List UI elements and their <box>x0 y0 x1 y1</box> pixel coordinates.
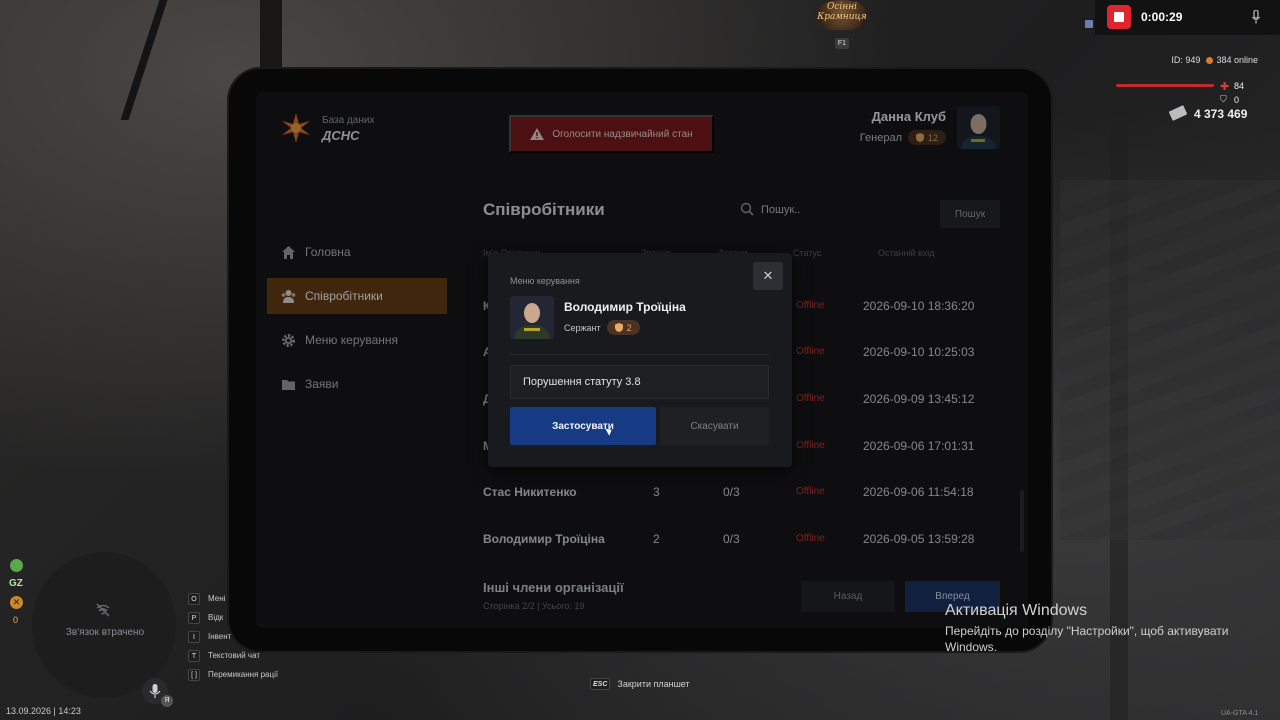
close-tablet-label: Закрити планшет <box>617 679 690 689</box>
stop-recording-button[interactable] <box>1107 5 1131 29</box>
background-floor <box>1060 180 1280 540</box>
no-signal-icon <box>96 603 110 617</box>
date-time: 13.09.2026 | 14:23 <box>6 706 81 716</box>
divider <box>510 354 769 355</box>
crossed-swords-icon: ✕ <box>10 596 23 609</box>
windows-activation-text: Перейдіть до розділу "Настройки", щоб ак… <box>945 624 1229 654</box>
keybind-label: Інвент <box>208 632 232 641</box>
keybind-label: Текстовий чат <box>208 651 261 660</box>
level-value: 2 <box>626 322 632 333</box>
health-value: 84 <box>1234 81 1245 91</box>
keybind-row: O Мені <box>188 589 278 608</box>
reason-field[interactable] <box>510 365 769 399</box>
key-cap: I <box>188 630 200 643</box>
key-cap: T <box>188 649 200 662</box>
employee-avatar <box>510 296 554 339</box>
minimap-signal-lost: Зв'язок втрачено <box>65 627 145 638</box>
modal-title: Меню керування <box>510 276 580 286</box>
event-shop-logo[interactable]: Осінні Крамниця <box>812 0 872 38</box>
microphone-icon[interactable] <box>1252 10 1260 24</box>
online-dot-icon <box>1206 57 1214 64</box>
employee-rank: Сержант <box>564 322 601 333</box>
mic-key-hint: Я <box>161 695 173 707</box>
keybind-row: T Текстовий чат <box>188 646 278 665</box>
online-count: 384 online <box>1216 55 1258 65</box>
esc-key-cap: ESC <box>590 678 611 690</box>
level-badge: 2 <box>606 320 640 335</box>
windows-activation-title: Активація Windows <box>945 602 1088 619</box>
key-cap: [ ] <box>188 668 200 681</box>
recording-time: 0:00:29 <box>1141 10 1183 24</box>
money-value: 4 373 469 <box>1194 107 1248 121</box>
player-id-online: ID: 949 384 online <box>1171 55 1258 65</box>
recording-widget: 0:00:29 <box>1095 0 1280 35</box>
employee-name: Володимир Троїціна <box>564 300 686 314</box>
notification-icon <box>1085 20 1093 28</box>
keybind-hints: O Мені P Відк I Інвент T Текстовий чат [ ] Пе… <box>188 589 278 684</box>
greenzone-shield-icon <box>10 559 23 572</box>
close-button[interactable]: ✕ <box>753 262 783 290</box>
keybind-label: Відк <box>208 613 224 622</box>
cancel-button[interactable]: Скасувати <box>660 407 769 445</box>
keybind-row: [ ] Перемикання рації <box>188 665 278 684</box>
player-id: ID: 949 <box>1171 55 1201 65</box>
avatar-portrait-icon <box>510 296 554 339</box>
health-bar <box>1116 84 1214 87</box>
f1-key-hint: F1 <box>835 38 849 49</box>
greenzone-label: GZ <box>9 578 23 589</box>
armor-value: 0 <box>1234 95 1240 105</box>
keybind-label: Мені <box>208 594 226 603</box>
shield-icon <box>614 323 623 332</box>
keybind-row: I Інвент <box>188 627 278 646</box>
health-icon: ✚ <box>1220 81 1230 93</box>
employee-rank-row: Сержант 2 <box>564 320 640 335</box>
game-version: UA-GTA 4.1 <box>1221 710 1259 717</box>
apply-button[interactable]: Застосувати <box>510 407 656 445</box>
keybind-label: Перемикання рації <box>208 670 279 679</box>
key-cap: O <box>188 592 200 605</box>
keybind-row: P Відк <box>188 608 278 627</box>
control-menu-modal: Меню керування ✕ Володимир Троїціна Серж… <box>488 253 792 467</box>
close-tablet-hint: ESC Закрити планшет <box>590 678 690 690</box>
event-logo-text: Осінні Крамниця <box>817 2 867 22</box>
minimap <box>32 552 176 698</box>
armor-icon: ⛉ <box>1220 94 1227 104</box>
wanted-counter: 0 <box>13 615 19 625</box>
key-cap: P <box>188 611 200 624</box>
event-logo-emblem: Осінні Крамниця <box>815 0 869 30</box>
